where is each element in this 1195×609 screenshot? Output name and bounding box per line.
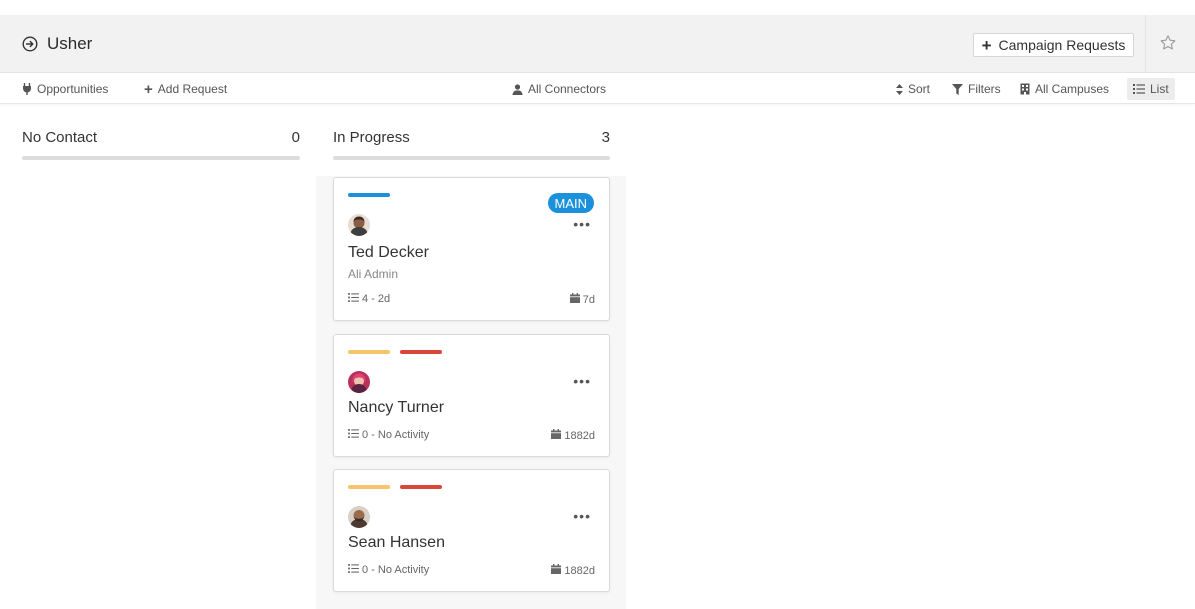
activity-text: 0 - No Activity xyxy=(362,429,430,441)
list-icon xyxy=(348,429,359,441)
page-header: Usher + Campaign Requests xyxy=(0,15,1195,73)
card-tag xyxy=(348,193,390,197)
title-wrap: Usher xyxy=(22,15,92,73)
filter-icon xyxy=(952,83,963,95)
header-divider xyxy=(1145,15,1146,73)
toolbar: Opportunities + Add Request All Connecto… xyxy=(0,74,1195,104)
campuses-label: All Campuses xyxy=(1035,82,1110,96)
plus-icon: + xyxy=(981,35,992,55)
activity-summary: 4 - 2d xyxy=(348,293,390,305)
column-header: No Contact 0 xyxy=(22,128,300,146)
plus-icon: + xyxy=(144,80,153,98)
request-card[interactable]: MAIN ••• Ted Decker Ali Admin 4 - 2d 7d xyxy=(333,177,610,321)
sort-icon xyxy=(896,83,903,95)
campuses-button[interactable]: All Campuses xyxy=(1020,74,1109,104)
more-icon[interactable]: ••• xyxy=(573,509,591,523)
avatar xyxy=(348,371,370,393)
list-label: List xyxy=(1150,82,1169,96)
more-icon[interactable]: ••• xyxy=(573,374,591,388)
opportunities-label: Opportunities xyxy=(37,82,109,96)
star-icon[interactable] xyxy=(1159,34,1177,52)
sort-button[interactable]: Sort xyxy=(896,74,930,104)
list-icon xyxy=(1133,84,1145,94)
connectors-label: All Connectors xyxy=(528,82,607,96)
column-count: 0 xyxy=(291,128,300,146)
opportunities-button[interactable]: Opportunities xyxy=(22,74,108,104)
card-tags xyxy=(348,350,442,354)
request-age: 1882d xyxy=(551,564,595,577)
activity-text: 4 - 2d xyxy=(362,293,391,305)
campaign-requests-button[interactable]: + Campaign Requests xyxy=(973,33,1134,57)
age-text: 1882d xyxy=(564,429,595,442)
connector-name: Ali Admin xyxy=(348,267,399,281)
campaign-requests-label: Campaign Requests xyxy=(998,37,1126,53)
filters-label: Filters xyxy=(968,82,1001,96)
avatar xyxy=(348,214,370,236)
column-title: No Contact xyxy=(22,128,98,146)
card-tags xyxy=(348,193,390,197)
top-strip xyxy=(0,0,1195,15)
person-name[interactable]: Nancy Turner xyxy=(348,399,444,417)
page-title: Usher xyxy=(47,34,93,53)
card-tag xyxy=(400,485,442,489)
card-tag xyxy=(348,350,390,354)
arrow-circle-icon xyxy=(22,36,38,52)
list-icon xyxy=(348,293,359,305)
request-age: 7d xyxy=(569,293,595,306)
list-icon xyxy=(348,564,359,576)
plug-icon xyxy=(22,83,32,95)
card-tags xyxy=(348,485,442,489)
activity-summary: 0 - No Activity xyxy=(348,429,429,441)
sort-label: Sort xyxy=(908,82,931,96)
column-progress-bar xyxy=(22,156,300,160)
person-name[interactable]: Ted Decker xyxy=(348,244,429,262)
filters-button[interactable]: Filters xyxy=(952,74,1001,104)
calendar-icon xyxy=(551,564,562,577)
add-request-button[interactable]: + Add Request xyxy=(144,74,227,104)
age-text: 1882d xyxy=(564,564,595,577)
campus-badge: MAIN xyxy=(547,193,594,213)
building-icon xyxy=(1020,83,1030,95)
request-age: 1882d xyxy=(551,429,595,442)
activity-text: 0 - No Activity xyxy=(362,564,430,576)
add-request-label: Add Request xyxy=(157,82,228,96)
list-view-button[interactable]: List xyxy=(1127,78,1175,100)
user-icon xyxy=(512,83,523,95)
activity-summary: 0 - No Activity xyxy=(348,564,429,576)
column-title: In Progress xyxy=(333,128,410,146)
card-tag xyxy=(400,350,442,354)
calendar-icon xyxy=(569,293,580,306)
card-tag xyxy=(348,485,390,489)
column-header: In Progress 3 xyxy=(333,128,610,146)
person-name[interactable]: Sean Hansen xyxy=(348,534,445,552)
column-count: 3 xyxy=(601,128,610,146)
calendar-icon xyxy=(551,429,562,442)
request-card[interactable]: ••• Nancy Turner 0 - No Activity 1882d xyxy=(333,334,610,457)
connectors-button[interactable]: All Connectors xyxy=(512,74,606,104)
request-card[interactable]: ••• Sean Hansen 0 - No Activity 1882d xyxy=(333,469,610,592)
column-progress-bar xyxy=(333,156,610,160)
more-icon[interactable]: ••• xyxy=(573,217,591,231)
avatar xyxy=(348,506,370,528)
age-text: 7d xyxy=(582,293,595,306)
